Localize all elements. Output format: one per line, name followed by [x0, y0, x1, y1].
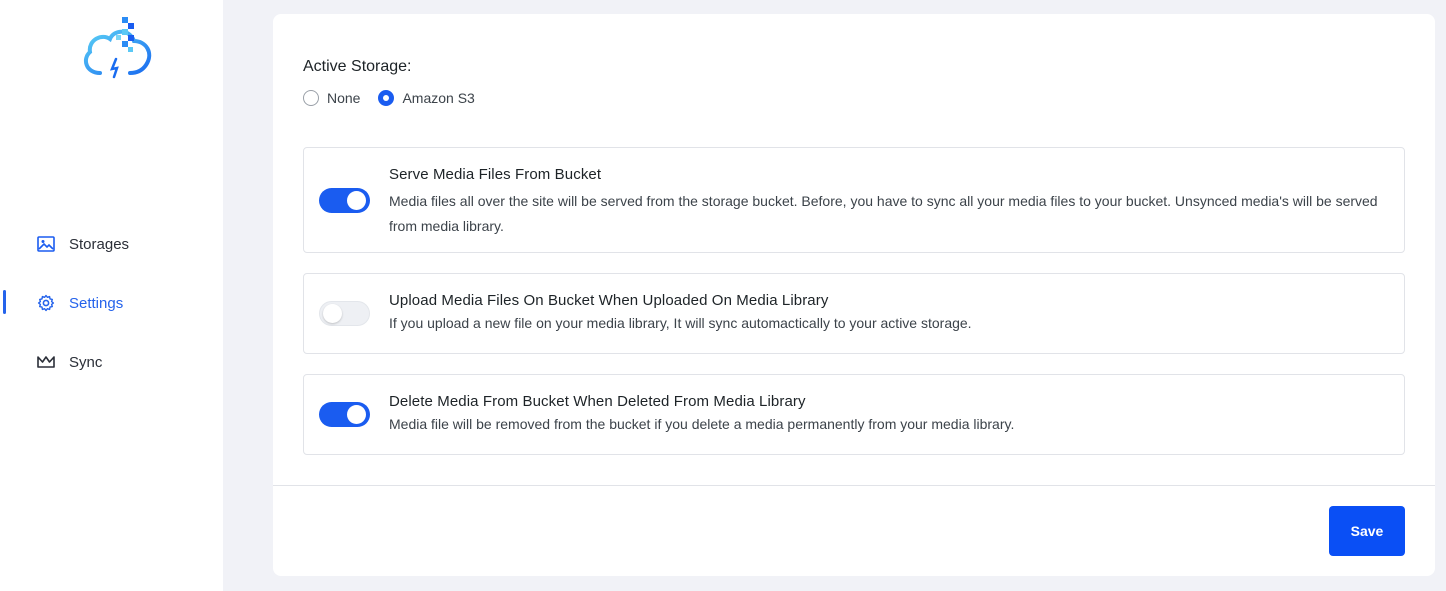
sidebar: Storages Settings Sync — [0, 0, 223, 591]
toggle-serve-media[interactable] — [319, 188, 370, 213]
image-icon — [37, 235, 55, 253]
card-text: Upload Media Files On Bucket When Upload… — [389, 292, 1390, 336]
radio-option-amazon-s3[interactable]: Amazon S3 — [378, 90, 475, 106]
setting-title: Delete Media From Bucket When Deleted Fr… — [389, 393, 806, 410]
toggle-knob — [323, 304, 342, 323]
setting-card-serve-media: Serve Media Files From Bucket Media file… — [303, 147, 1405, 253]
radio-none[interactable] — [303, 90, 319, 106]
setting-description: Media file will be removed from the buck… — [389, 416, 1015, 432]
setting-title: Serve Media Files From Bucket — [389, 166, 602, 183]
crown-icon — [37, 353, 55, 371]
card-text: Delete Media From Bucket When Deleted Fr… — [389, 393, 1390, 437]
sidebar-nav: Storages Settings Sync — [0, 226, 223, 403]
sidebar-item-label: Settings — [69, 294, 124, 312]
toggle-upload-media[interactable] — [319, 301, 370, 326]
active-storage-section: Active Storage: None Amazon S3 — [303, 58, 493, 106]
setting-card-upload-media: Upload Media Files On Bucket When Upload… — [303, 273, 1405, 354]
toggle-knob — [347, 405, 366, 424]
setting-title: Upload Media Files On Bucket When Upload… — [389, 292, 829, 309]
settings-panel: Active Storage: None Amazon S3 Serve Med… — [273, 14, 1435, 576]
toggle-delete-media[interactable] — [319, 402, 370, 427]
toggle-knob — [347, 191, 366, 210]
radio-amazon-s3[interactable] — [378, 90, 395, 106]
active-storage-label: Active Storage: — [303, 58, 412, 75]
sidebar-item-storages[interactable]: Storages — [0, 226, 223, 262]
card-text: Serve Media Files From Bucket Media file… — [389, 166, 1390, 239]
save-button[interactable]: Save — [1329, 506, 1405, 556]
setting-card-delete-media: Delete Media From Bucket When Deleted Fr… — [303, 374, 1405, 455]
footer-divider — [273, 485, 1435, 486]
app-window: Storages Settings Sync Active Storage: N… — [0, 0, 1446, 591]
sidebar-item-settings[interactable]: Settings — [0, 285, 223, 321]
radio-option-none[interactable]: None — [303, 90, 360, 106]
sidebar-item-label: Sync — [69, 353, 103, 371]
storage-radio-group: None Amazon S3 — [303, 90, 493, 106]
sidebar-item-sync[interactable]: Sync — [0, 344, 223, 380]
setting-description: Media files all over the site will be se… — [389, 193, 1378, 234]
sidebar-item-label: Storages — [69, 235, 130, 253]
radio-label: None — [327, 90, 361, 106]
setting-description: If you upload a new file on your media l… — [389, 315, 972, 331]
gear-icon — [37, 294, 55, 312]
radio-label: Amazon S3 — [402, 90, 475, 106]
cloud-logo-icon — [78, 15, 154, 85]
